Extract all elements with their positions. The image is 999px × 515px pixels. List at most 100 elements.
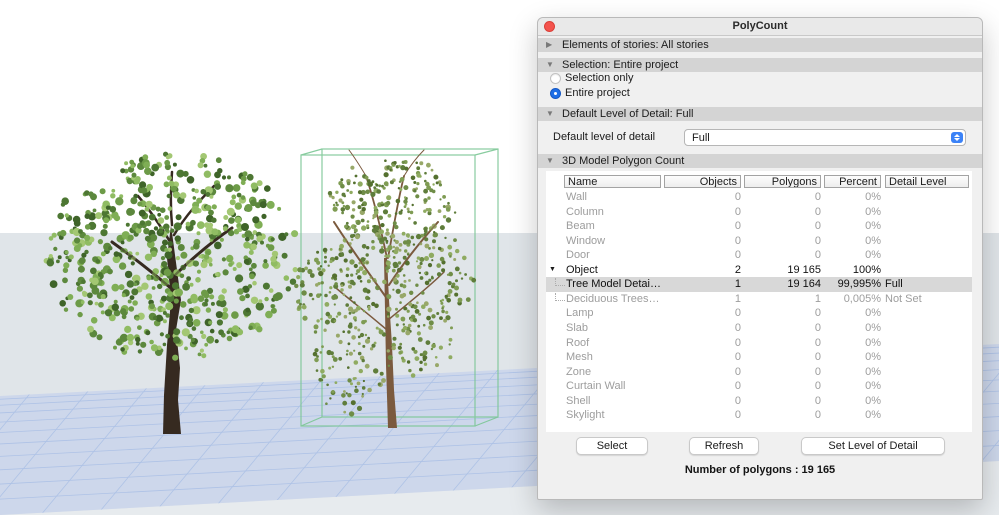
cell-name: Deciduous Trees 28.... <box>566 292 662 305</box>
column-header-percent[interactable]: Percent <box>824 175 881 188</box>
cell-pct: 0,005% <box>843 292 881 305</box>
cell-name: Window <box>566 234 606 247</box>
cell-poly: 19 165 <box>787 263 821 276</box>
table-row-skylight[interactable]: Skylight 0 0 0% <box>546 408 972 423</box>
window-title: PolyCount <box>732 20 788 32</box>
cell-pct: 100% <box>852 263 881 276</box>
cell-obj: 0 <box>734 191 741 203</box>
table-row-column[interactable]: Column 0 0 0% <box>546 205 972 220</box>
table-row-door[interactable]: Door 0 0 0% <box>546 248 972 263</box>
cell-obj: 0 <box>734 220 741 233</box>
table-row-shell[interactable]: Shell 0 0 0% <box>546 394 972 409</box>
cell-obj: 1 <box>734 278 741 291</box>
table-row-window[interactable]: Window 0 0 0% <box>546 234 972 249</box>
cell-obj: 0 <box>734 336 741 349</box>
table-row-zone[interactable]: Zone 0 0 0% <box>546 365 972 380</box>
cell-pct: 0% <box>865 205 881 218</box>
select-button[interactable]: Select <box>576 437 648 455</box>
cell-poly: 0 <box>814 351 821 364</box>
table-row-roof[interactable]: Roof 0 0 0% <box>546 336 972 351</box>
section-default-level-of-detail[interactable]: ▼ Default Level of Detail: Full <box>538 107 982 121</box>
cell-poly: 0 <box>814 249 821 262</box>
cell-poly: 0 <box>814 234 821 247</box>
radio-selection-only[interactable]: Selection only <box>550 72 634 85</box>
cell-name: Zone <box>566 365 592 378</box>
column-header-detail-level[interactable]: Detail Level <box>885 175 969 188</box>
table-row-curtain-wall[interactable]: Curtain Wall 0 0 0% <box>546 379 972 394</box>
cell-obj: 0 <box>734 249 741 262</box>
radio-unselected-icon[interactable] <box>550 73 561 84</box>
polygon-total: Number of polygons : 19 165 <box>684 464 836 476</box>
section-elements-of-stories[interactable]: ▶ Elements of stories: All stories <box>538 38 982 52</box>
cell-obj: 0 <box>734 409 741 422</box>
detail-level-dropdown[interactable]: Full <box>684 129 966 146</box>
cell-obj: 0 <box>734 394 741 407</box>
cell-poly: 0 <box>814 409 821 422</box>
cell-name: Wall <box>566 191 587 203</box>
cell-pct: 0% <box>865 365 881 378</box>
cell-obj: 0 <box>734 322 741 335</box>
cell-poly: 0 <box>814 220 821 233</box>
cell-poly: 0 <box>814 380 821 393</box>
tree-branch-icon <box>555 292 565 301</box>
cell-name: Roof <box>566 336 590 349</box>
cell-pct: 0% <box>865 336 881 349</box>
section-3d-polygon-count[interactable]: ▼ 3D Model Polygon Count <box>538 154 982 168</box>
cell-obj: 0 <box>734 307 741 320</box>
cell-pct: 0% <box>865 249 881 262</box>
cell-obj: 0 <box>734 380 741 393</box>
cell-name: Column <box>566 205 604 218</box>
table-row-deciduous-trees-28[interactable]: Deciduous Trees 28.... 1 1 0,005% Not Set <box>546 292 972 307</box>
radio-entire-project[interactable]: Entire project <box>550 87 630 100</box>
column-header-polygons[interactable]: Polygons <box>744 175 821 188</box>
table-row-beam[interactable]: Beam 0 0 0% <box>546 219 972 234</box>
dropdown-value: Full <box>692 132 710 144</box>
table-row-mesh[interactable]: Mesh 0 0 0% <box>546 350 972 365</box>
disclosure-down-icon: ▼ <box>546 109 554 118</box>
column-header-name[interactable]: Name <box>564 175 661 188</box>
cell-obj: 0 <box>734 234 741 247</box>
cell-pct: 0% <box>865 409 881 422</box>
cell-pct: 0% <box>865 234 881 247</box>
cell-name: Slab <box>566 322 589 335</box>
cell-pct: 0% <box>865 322 881 335</box>
section-label-selection: Selection: Entire project <box>562 59 679 71</box>
section-label-polycount: 3D Model Polygon Count <box>562 155 685 167</box>
cell-name: Skylight <box>566 409 605 422</box>
cell-poly: 0 <box>814 365 821 378</box>
polygon-table: Name Objects Polygons Percent Detail Level W… <box>546 171 972 432</box>
cell-poly: 0 <box>814 394 821 407</box>
cell-obj: 1 <box>734 292 741 305</box>
radio-selection-only-label: Selection only <box>565 72 634 84</box>
radio-entire-project-label: Entire project <box>565 87 630 99</box>
cell-pct: 0% <box>865 351 881 364</box>
cell-name: Mesh <box>566 351 593 364</box>
section-label-stories: Elements of stories: All stories <box>562 39 709 51</box>
dropdown-stepper-icon[interactable] <box>951 132 963 143</box>
table-row-slab[interactable]: Slab 0 0 0% <box>546 321 972 336</box>
cell-obj: 0 <box>734 365 741 378</box>
cell-name: Curtain Wall <box>566 380 626 393</box>
table-row-wall[interactable]: Wall 0 0 0% <box>546 190 972 205</box>
cell-pct: 0% <box>865 191 881 203</box>
radio-selected-icon[interactable] <box>550 88 561 99</box>
app-canvas: PolyCount ▶ Elements of stories: All sto… <box>0 0 999 515</box>
cell-poly: 19 164 <box>787 278 821 291</box>
cell-det: Full <box>885 278 903 291</box>
section-selection[interactable]: ▼ Selection: Entire project <box>538 58 982 72</box>
cell-poly: 1 <box>814 292 821 305</box>
cell-pct: 0% <box>865 307 881 320</box>
cell-name: Beam <box>566 220 595 233</box>
column-header-objects[interactable]: Objects <box>664 175 741 188</box>
table-row-lamp[interactable]: Lamp 0 0 0% <box>546 306 972 321</box>
set-level-of-detail-button[interactable]: Set Level of Detail <box>801 437 945 455</box>
table-row-tree-model-detailed[interactable]: Tree Model Detailed... 1 19 164 99,995% Full <box>546 277 972 292</box>
cell-name: Object <box>566 263 598 276</box>
tree-branch-icon <box>555 278 565 287</box>
section-label-detail: Default Level of Detail: Full <box>562 108 694 120</box>
table-row-object[interactable]: ▼ Object 2 19 165 100% <box>546 263 972 278</box>
cell-name: Door <box>566 249 590 262</box>
refresh-button[interactable]: Refresh <box>689 437 759 455</box>
window-titlebar[interactable]: PolyCount <box>538 18 982 36</box>
row-expander-icon[interactable]: ▼ <box>549 263 556 278</box>
